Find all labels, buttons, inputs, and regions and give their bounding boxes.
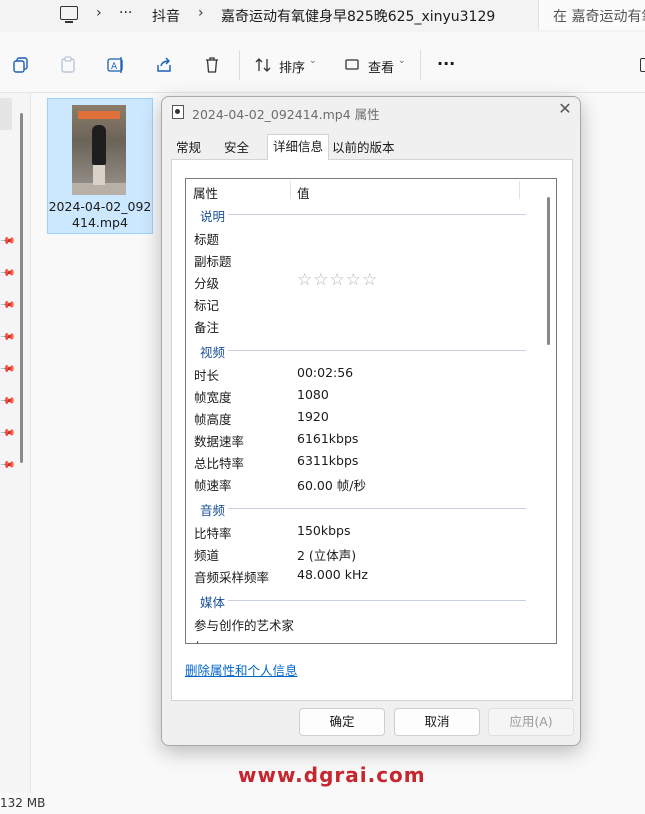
- nav-scrollbar[interactable]: [20, 113, 23, 463]
- properties-dialog: 2024-04-02_092414.mp4 属性 ✕ 常规 安全 详细信息 以前…: [161, 96, 581, 746]
- sort-button[interactable]: 排序: [279, 57, 305, 76]
- pin-icon: 📌: [0, 297, 16, 314]
- property-value: 6311kbps: [297, 453, 359, 468]
- column-divider[interactable]: [519, 181, 520, 199]
- column-header-property[interactable]: 属性: [193, 183, 218, 202]
- pin-icon: 📌: [0, 233, 16, 250]
- view-icon[interactable]: [344, 56, 362, 74]
- section-divider: [228, 350, 526, 351]
- chevron-right-icon[interactable]: ›: [198, 5, 204, 21]
- cancel-button[interactable]: 取消: [394, 708, 480, 736]
- property-value: 1080: [297, 387, 329, 402]
- property-name: 时长: [194, 368, 220, 383]
- property-name: 标记: [194, 298, 220, 313]
- video-file-icon: [172, 105, 184, 119]
- remove-properties-link[interactable]: 删除属性和个人信息: [185, 660, 298, 679]
- property-name: 总比特率: [194, 456, 245, 471]
- pin-icon: 📌: [0, 457, 16, 474]
- breadcrumb-current[interactable]: 嘉奇运动有氧健身早825晚625_xinyu3129: [221, 6, 495, 26]
- pin-icon: 📌: [0, 393, 16, 410]
- property-name: 年: [194, 637, 207, 643]
- status-bar-size: 132 MB: [0, 796, 46, 810]
- section-media: 媒体: [200, 595, 226, 610]
- property-name: 音频采样频率: [194, 570, 270, 585]
- property-name: 参与创作的艺术家: [194, 618, 295, 633]
- column-divider[interactable]: [290, 181, 291, 199]
- svg-text:A: A: [111, 62, 118, 72]
- property-name: 数据速率: [194, 434, 245, 449]
- property-name: 频道: [194, 548, 220, 563]
- section-divider: [228, 508, 526, 509]
- property-name: 副标题: [194, 254, 232, 269]
- scrollbar-thumb[interactable]: [547, 197, 550, 345]
- rename-icon[interactable]: A: [107, 56, 125, 74]
- breadcrumb-ellipsis[interactable]: ···: [119, 5, 132, 21]
- property-value: 60.00 帧/秒: [297, 478, 366, 493]
- property-value: 150kbps: [297, 523, 351, 538]
- share-icon[interactable]: [155, 56, 173, 74]
- tab-previous-versions[interactable]: 以前的版本: [327, 137, 400, 159]
- section-divider: [228, 600, 526, 601]
- more-options-button[interactable]: ···: [437, 54, 455, 73]
- tab-general[interactable]: 常规: [171, 137, 206, 159]
- property-name: 帧速率: [194, 478, 232, 493]
- tab-details[interactable]: 详细信息: [267, 134, 330, 160]
- property-value: 48.000 kHz: [297, 567, 368, 582]
- property-value: 1920: [297, 409, 329, 424]
- this-pc-icon[interactable]: [60, 6, 78, 23]
- pin-icon: 📌: [0, 265, 16, 282]
- property-value: 00:02:56: [297, 365, 354, 380]
- search-placeholder: 在 嘉奇运动有氧: [553, 9, 645, 25]
- search-input[interactable]: 在 嘉奇运动有氧: [538, 0, 645, 30]
- chevron-down-icon[interactable]: ⌄: [309, 56, 317, 66]
- file-item-video[interactable]: 2024-04-02_092414.mp4: [47, 98, 153, 234]
- property-name: 备注: [194, 320, 220, 335]
- pin-icon: 📌: [0, 329, 16, 346]
- close-button[interactable]: ✕: [556, 100, 574, 118]
- list-scrollbar[interactable]: [543, 179, 555, 643]
- apply-button[interactable]: 应用(A): [488, 708, 574, 736]
- delete-icon[interactable]: [203, 56, 221, 74]
- property-name: 帧高度: [194, 412, 232, 427]
- section-video: 视频: [200, 345, 226, 360]
- ok-button[interactable]: 确定: [299, 708, 385, 736]
- property-value: 6161kbps: [297, 431, 359, 446]
- column-header-value[interactable]: 值: [297, 183, 310, 202]
- details-tab-panel: 属性 值 说明 标题 副标题 分级 ☆☆☆☆☆ 标记 备注 视频 时长 00:0…: [171, 159, 573, 701]
- dialog-title: 2024-04-02_092414.mp4 属性: [192, 107, 380, 122]
- command-bar: A 排序 ⌄ 查看 ⌄ ···: [0, 34, 645, 93]
- property-value: 2 (立体声): [297, 548, 357, 563]
- video-thumbnail: [72, 105, 126, 195]
- pin-icon: 📌: [0, 425, 16, 442]
- copy-icon[interactable]: [12, 56, 30, 74]
- breadcrumb-parent[interactable]: 抖音: [152, 6, 180, 26]
- paste-icon[interactable]: [59, 56, 77, 74]
- toolbar-divider: [420, 50, 421, 80]
- property-name: 分级: [194, 276, 220, 291]
- toolbar-divider: [239, 50, 240, 80]
- list-header: 属性 值: [186, 179, 540, 201]
- section-description: 说明: [200, 209, 226, 224]
- chevron-down-icon[interactable]: ⌄: [398, 56, 406, 66]
- navigation-pane: 📌 📌 📌 📌 📌 📌 📌 📌: [0, 93, 31, 793]
- property-name: 帧宽度: [194, 390, 232, 405]
- sort-icon[interactable]: [254, 56, 272, 74]
- file-name: 2024-04-02_092414.mp4: [48, 199, 152, 230]
- section-audio: 音频: [200, 503, 226, 518]
- section-divider: [228, 214, 526, 215]
- pin-icon: 📌: [0, 361, 16, 378]
- details-pane-icon[interactable]: [640, 58, 645, 72]
- site-watermark: www.dgrai.com: [238, 763, 426, 787]
- chevron-right-icon[interactable]: ›: [96, 5, 102, 21]
- property-name: 比特率: [194, 526, 232, 541]
- nav-selected-item[interactable]: [0, 98, 12, 130]
- rating-stars[interactable]: ☆☆☆☆☆: [297, 270, 378, 290]
- view-button[interactable]: 查看: [368, 57, 394, 76]
- tab-security[interactable]: 安全: [219, 137, 254, 159]
- property-name: 标题: [194, 232, 220, 247]
- properties-list[interactable]: 属性 值 说明 标题 副标题 分级 ☆☆☆☆☆ 标记 备注 视频 时长 00:0…: [185, 178, 557, 644]
- address-bar: › ··· 抖音 › 嘉奇运动有氧健身早825晚625_xinyu3129 在 …: [0, 0, 645, 32]
